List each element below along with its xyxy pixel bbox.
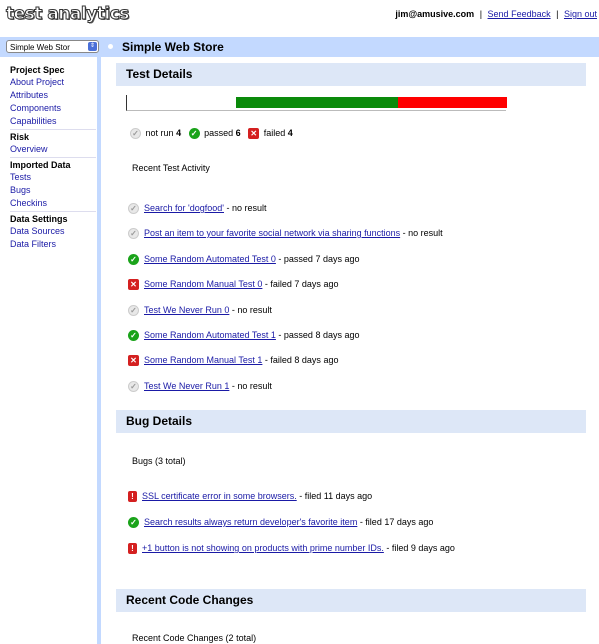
project-select[interactable]: Simple Web Stor ⇕ [6,40,99,53]
not-run-count: 4 [176,128,182,138]
test-status-text: - failed 8 days ago [262,355,339,365]
user-email: jim@amusive.com [395,9,475,19]
project-select-value: Simple Web Stor [10,43,70,52]
code-changes-count-label: Recent Code Changes (2 total) [132,633,257,643]
user-links: jim@amusive.com | Send Feedback | Sign o… [395,9,597,19]
list-item: ✓ Some Random Automated Test 0 - passed 7… [128,254,360,266]
list-item: ✕ Some Random Manual Test 1 - failed 8 da… [128,355,339,367]
list-item: ! SSL certificate error in some browsers.… [128,491,373,503]
list-item: ! +1 button is not showing on products wi… [128,543,455,555]
list-item: ✓ Test We Never Run 1 - no result [128,381,272,393]
progress-passed-segment [235,97,399,108]
not-run-label: not run [145,128,174,138]
bug-details-header: Bug Details [116,410,586,433]
check-grey-icon: ✓ [128,203,139,215]
test-status-text: - passed 7 days ago [275,254,360,264]
progress-failed-segment [398,97,507,108]
sidebar-item-attributes[interactable]: Attributes [10,89,96,102]
sidebar-item-overview[interactable]: Overview [10,143,96,156]
x-red-icon: ✕ [248,128,260,140]
test-link[interactable]: Some Random Automated Test 0 [144,254,276,264]
check-grey-icon: ✓ [128,228,139,240]
passed-count: 6 [235,128,241,138]
sidebar-item-about-project[interactable]: About Project [10,76,96,89]
test-link[interactable]: Test We Never Run 1 [144,381,229,391]
sign-out-link[interactable]: Sign out [564,9,597,19]
passed-label: passed [204,128,234,138]
sidebar-heading: Project Spec [10,65,65,75]
separator: | [556,9,559,19]
sidebar-item-bugs[interactable]: Bugs [10,184,96,197]
select-arrows-icon: ⇕ [88,42,97,51]
list-item: ✓ Search for 'dogfood' - no result [128,203,267,215]
test-link[interactable]: Post an item to your favorite social net… [144,228,400,238]
check-grey-icon: ✓ [130,128,141,140]
sidebar: Project Spec About Project Attributes Co… [0,57,101,644]
list-item: ✓ Test We Never Run 0 - no result [128,305,272,317]
bug-link[interactable]: +1 button is not showing on products wit… [142,543,384,553]
send-feedback-link[interactable]: Send Feedback [488,9,551,19]
sidebar-heading: Imported Data [10,160,71,170]
sidebar-group-risk: Risk Overview [10,132,96,158]
progress-not-run-segment [127,97,236,108]
test-status-text: - failed 7 days ago [262,279,339,289]
test-link[interactable]: Search for 'dogfood' [144,203,224,213]
list-item: ✓ Some Random Automated Test 1 - passed 8… [128,330,360,342]
recent-test-activity-label: Recent Test Activity [132,163,210,173]
check-grey-icon: ✓ [128,381,139,393]
list-item: ✓ Post an item to your favorite social ne… [128,228,443,240]
bug-link[interactable]: Search results always return developer's… [144,517,357,527]
project-bullet-icon [108,44,113,49]
recent-code-changes-header: Recent Code Changes [116,589,586,612]
sidebar-group-imported-data: Imported Data Tests Bugs Checkins [10,160,96,212]
exclamation-red-icon: ! [128,543,137,555]
test-status-text: - no result [400,228,443,238]
test-link[interactable]: Some Random Automated Test 1 [144,330,276,340]
app-logo[interactable]: test analytics [6,4,130,25]
sidebar-heading: Data Settings [10,214,68,224]
test-link[interactable]: Test We Never Run 0 [144,305,229,315]
check-green-icon: ✓ [188,128,200,140]
bug-status-text: - filed 11 days ago [296,491,373,501]
test-status-text: - no result [229,381,272,391]
sidebar-item-capabilities[interactable]: Capabilities [10,115,96,128]
list-item: ✓ Search results always return developer'… [128,517,434,529]
test-status-text: - no result [224,203,267,213]
sidebar-item-data-sources[interactable]: Data Sources [10,225,97,238]
test-status-text: - no result [229,305,272,315]
failed-label: failed [263,128,286,138]
top-bar: test analytics jim@amusive.com | Send Fe… [0,0,599,36]
project-bar: Simple Web Stor ⇕ Simple Web Store [0,37,599,57]
check-green-icon: ✓ [128,330,139,342]
bugs-count-label: Bugs (3 total) [132,456,186,466]
check-grey-icon: ✓ [128,305,139,317]
project-title: Simple Web Store [122,40,224,54]
test-details-header: Test Details [116,63,586,86]
test-progress-bar [126,95,507,111]
check-green-icon: ✓ [128,254,139,266]
bug-status-text: - filed 9 days ago [383,543,455,553]
x-red-icon: ✕ [128,279,139,291]
sidebar-item-tests[interactable]: Tests [10,171,96,184]
x-red-icon: ✕ [128,355,139,367]
sidebar-group-data-settings: Data Settings Data Sources Data Filters [10,214,97,251]
exclamation-red-icon: ! [128,491,137,503]
sidebar-item-checkins[interactable]: Checkins [10,197,96,210]
sidebar-heading: Risk [10,132,30,142]
list-item: ✕ Some Random Manual Test 0 - failed 7 da… [128,279,339,291]
test-summary: ✓ not run 4 ✓ passed 6 ✕ failed 4 [128,128,296,140]
bug-link[interactable]: SSL certificate error in some browsers. [142,491,297,501]
test-link[interactable]: Some Random Manual Test 0 [144,279,262,289]
sidebar-item-data-filters[interactable]: Data Filters [10,238,97,251]
sidebar-item-components[interactable]: Components [10,102,96,115]
test-link[interactable]: Some Random Manual Test 1 [144,355,262,365]
sidebar-group-project-spec: Project Spec About Project Attributes Co… [10,65,96,130]
failed-count: 4 [287,128,293,138]
test-status-text: - passed 8 days ago [275,330,360,340]
separator: | [479,9,483,19]
check-green-icon: ✓ [128,517,139,529]
bug-status-text: - filed 17 days ago [357,517,434,527]
